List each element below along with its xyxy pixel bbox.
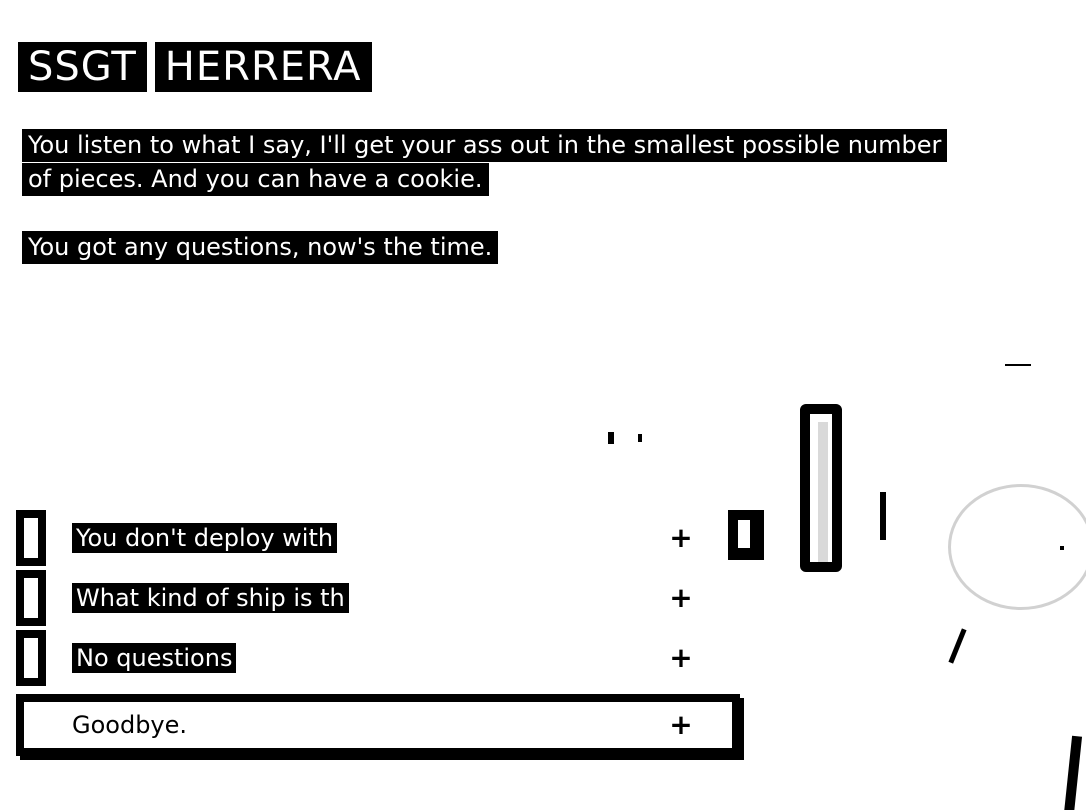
dialogue-option-goodbye[interactable]: Goodbye. + [16,694,740,756]
scene-slash [1063,735,1083,810]
option-tab [16,510,46,566]
option-label: No questions [72,642,237,674]
option-fade [376,638,666,680]
scene-dash [1005,364,1031,366]
dialogue-options: You don't deploy with + What kind of shi… [16,508,740,756]
dialogue-option-no-questions[interactable]: No questions + [16,628,740,688]
option-tab [16,570,46,626]
plus-icon: + [669,521,693,554]
speaker-name: SSGT HERRERA [18,42,372,92]
dialogue-line: You listen to what I say, I'll get your … [22,128,962,196]
scene-speck [638,434,642,442]
option-fade [376,578,666,620]
scene-dot [1060,546,1064,550]
dialogue-line-text: You got any questions, now's the time. [22,231,499,264]
option-label: What kind of ship is th [72,582,349,614]
option-label-text: Goodbye. [72,711,188,739]
option-label-text: What kind of ship is th [72,583,349,613]
scene-speck [608,432,614,444]
option-tab [16,630,46,686]
scene-pillar-shade [818,422,828,562]
option-label: Goodbye. [72,709,187,741]
scene-ring [948,484,1086,610]
plus-icon: + [669,708,693,741]
dialogue-option-deploy[interactable]: You don't deploy with + [16,508,740,568]
dialogue-line: You got any questions, now's the time. [22,230,962,264]
game-dialogue-screen: SSGT HERRERA You listen to what I say, I… [0,0,1086,810]
scene-slash [948,628,967,664]
plus-icon: + [669,641,693,674]
speaker-rank: SSGT [18,42,147,92]
dialogue-line-text: You listen to what I say, I'll get your … [22,129,948,196]
speaker-surname: HERRERA [154,42,372,92]
option-label-text: No questions [72,643,237,673]
plus-icon: + [669,581,693,614]
scene-pillar [800,404,842,572]
dialogue-text: You listen to what I say, I'll get your … [22,128,962,264]
dialogue-option-ship[interactable]: What kind of ship is th + [16,568,740,628]
option-label: You don't deploy with [72,522,338,554]
option-fade [376,518,666,560]
scene-sliver [880,492,886,540]
option-label-text: You don't deploy with [72,523,338,553]
